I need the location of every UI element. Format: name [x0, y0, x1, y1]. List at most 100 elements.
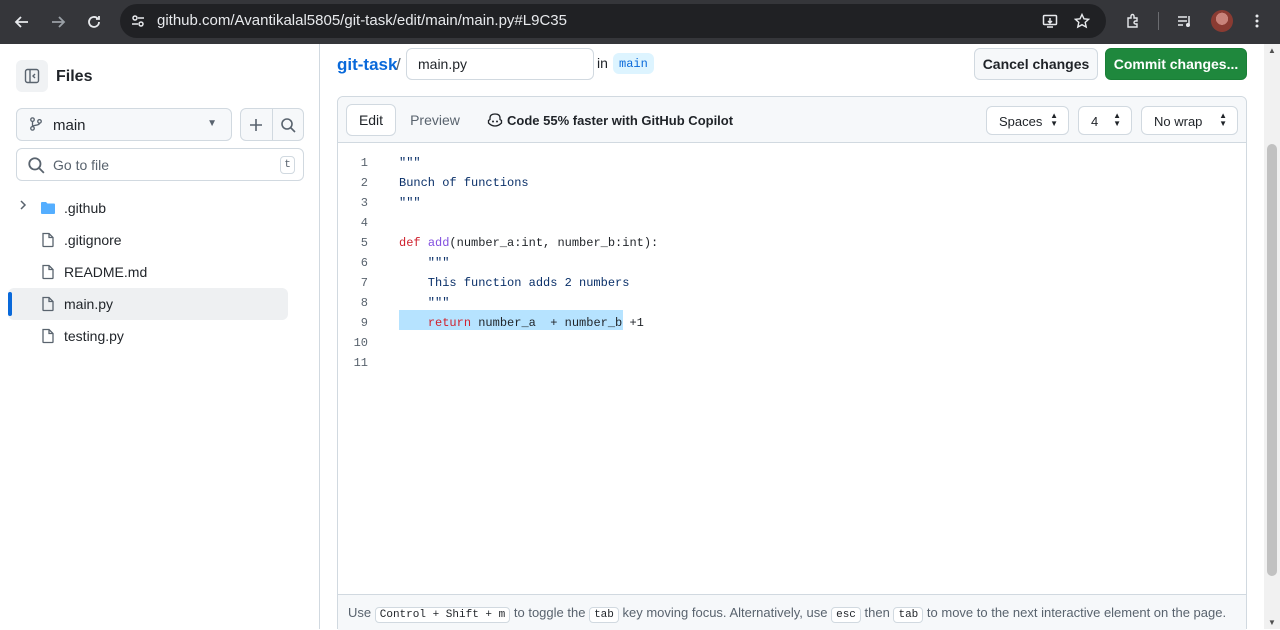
line-number: 4	[360, 216, 368, 230]
code-editor: Edit Preview Code 55% faster with GitHub…	[337, 96, 1247, 630]
tree-item-label: main.py	[64, 296, 114, 312]
tree-actions	[240, 108, 304, 141]
forward-arrow-icon[interactable]	[44, 8, 72, 36]
scrollbar-thumb[interactable]	[1267, 144, 1277, 576]
commit-changes-button[interactable]: Commit changes...	[1105, 48, 1247, 80]
copilot-icon	[487, 113, 503, 127]
branch-badge: main	[613, 53, 654, 74]
tree-item-label: README.md	[64, 264, 148, 280]
copilot-promo-link[interactable]: Code 55% faster with GitHub Copilot	[487, 112, 733, 128]
line-number: 7	[360, 276, 368, 290]
editor-main: git-task / in main Cancel changes Commit…	[321, 44, 1280, 630]
code-line: """	[399, 156, 421, 170]
tree-item-readme[interactable]: README.md	[8, 256, 288, 288]
scroll-down-arrow-icon[interactable]: ▼	[1268, 618, 1276, 627]
code-line: return number_a + number_b +1	[427, 316, 644, 330]
code-line: """	[399, 296, 450, 310]
wrap-mode-select[interactable]: No wrap ▲ ▼	[1141, 106, 1238, 135]
search-icon	[281, 118, 296, 133]
repo-breadcrumb-link[interactable]: git-task	[337, 55, 397, 75]
line-number: 5	[360, 236, 368, 250]
page-scrollbar[interactable]: ▲ ▼	[1264, 44, 1280, 629]
kbd-key: tab	[893, 607, 924, 623]
git-branch-icon	[29, 117, 43, 134]
indent-mode-select[interactable]: Spaces ▲ ▼	[986, 106, 1069, 135]
address-bar[interactable]: github.com/Avantikalal5805/git-task/edit…	[120, 4, 1106, 38]
tree-item-label: .github	[64, 200, 107, 216]
chevron-down-icon: ▼	[207, 118, 217, 129]
breadcrumb-separator: /	[396, 55, 401, 74]
hint-text: key moving focus. Alternatively, use	[622, 605, 828, 620]
indent-size-select[interactable]: 4 ▲ ▼	[1078, 106, 1132, 135]
filename-input[interactable]	[406, 48, 594, 80]
indent-size-value: 4	[1091, 114, 1099, 129]
code-area[interactable]: 1 2 3 4 5 6 7 8 9 10 11 """ Bunch of fun…	[338, 144, 1246, 594]
hint-text: to move to the next interactive element …	[926, 605, 1227, 620]
line-number: 9	[360, 316, 368, 330]
line-number: 3	[360, 196, 368, 210]
line-number: 1	[360, 156, 368, 170]
sidebar-title: Files	[56, 68, 93, 85]
profile-avatar[interactable]	[1211, 10, 1233, 32]
code-line: Bunch of functions	[399, 176, 529, 190]
back-arrow-icon[interactable]	[8, 8, 36, 36]
tree-item-gitignore[interactable]: .gitignore	[8, 224, 288, 256]
sidebar-collapse-icon	[24, 68, 40, 84]
tree-item-github-folder[interactable]: .github	[8, 192, 288, 224]
line-number: 2	[360, 176, 368, 190]
plus-icon	[250, 119, 262, 131]
url-text[interactable]: github.com/Avantikalal5805/git-task/edit…	[157, 12, 567, 29]
wrap-mode-value: No wrap	[1154, 114, 1203, 129]
updown-caret-icon: ▲ ▼	[1219, 111, 1227, 128]
line-number: 10	[353, 336, 368, 350]
browser-toolbar: github.com/Avantikalal5805/git-task/edit…	[0, 0, 1280, 44]
hint-text: then	[864, 605, 890, 620]
folder-icon	[41, 202, 55, 214]
site-settings-icon[interactable]	[128, 11, 148, 31]
kbd-key-label: Control	[379, 609, 426, 621]
scroll-up-arrow-icon[interactable]: ▲	[1268, 46, 1276, 55]
file-icon	[42, 264, 54, 280]
sidebar-collapse-button[interactable]	[16, 60, 48, 92]
branch-in-label: in	[597, 55, 608, 71]
tree-item-label: .gitignore	[64, 232, 122, 248]
indent-mode-value: Spaces	[999, 114, 1043, 129]
code-line: def add(number_a:int, number_b:int):	[399, 236, 659, 250]
file-tree-sidebar: Files main ▼ Go to file t .github .gitig…	[0, 44, 320, 629]
media-controls-icon[interactable]	[1173, 9, 1197, 33]
line-number: 8	[360, 296, 368, 310]
hint-text: to toggle the	[513, 605, 586, 620]
branch-selector[interactable]: main ▼	[16, 108, 232, 141]
updown-caret-icon: ▲ ▼	[1113, 111, 1121, 128]
bookmark-star-icon[interactable]	[1072, 11, 1092, 31]
go-to-file-input[interactable]: Go to file t	[16, 148, 304, 181]
kbd-key: tab	[589, 607, 619, 623]
file-icon	[42, 328, 54, 344]
code-line: This function adds 2 numbers	[399, 276, 630, 290]
tree-item-main-py[interactable]: main.py	[8, 288, 288, 320]
search-files-button[interactable]	[276, 113, 300, 137]
code-line: """	[399, 256, 450, 270]
file-icon	[42, 232, 54, 248]
file-tree: .github .gitignore README.md main.py tes…	[8, 192, 320, 352]
toolbar-divider	[1158, 12, 1159, 30]
keyboard-hint-footer: Use Control + Shift + m to toggle the ta…	[338, 594, 1246, 630]
cancel-changes-button[interactable]: Cancel changes	[974, 48, 1098, 80]
tab-preview[interactable]: Preview	[400, 104, 470, 136]
keyboard-hint-text: Use Control + Shift + m to toggle the ta…	[348, 605, 1227, 623]
code-line: """	[399, 196, 421, 210]
extensions-icon[interactable]	[1121, 9, 1145, 33]
tab-edit[interactable]: Edit	[346, 104, 396, 136]
browser-menu-icon[interactable]	[1245, 9, 1269, 33]
kbd-key-label: Shift	[445, 609, 479, 621]
kbd-key: esc	[831, 607, 861, 623]
tree-item-testing-py[interactable]: testing.py	[8, 320, 288, 352]
add-file-button[interactable]	[244, 113, 268, 137]
file-icon	[42, 296, 54, 312]
install-app-icon[interactable]	[1040, 11, 1060, 31]
tree-item-label: testing.py	[64, 328, 124, 344]
kbd-key: Control + Shift + m	[374, 607, 511, 623]
kbd-plus: +	[485, 609, 493, 621]
chevron-right-icon[interactable]	[18, 200, 28, 213]
reload-icon[interactable]	[80, 8, 108, 36]
